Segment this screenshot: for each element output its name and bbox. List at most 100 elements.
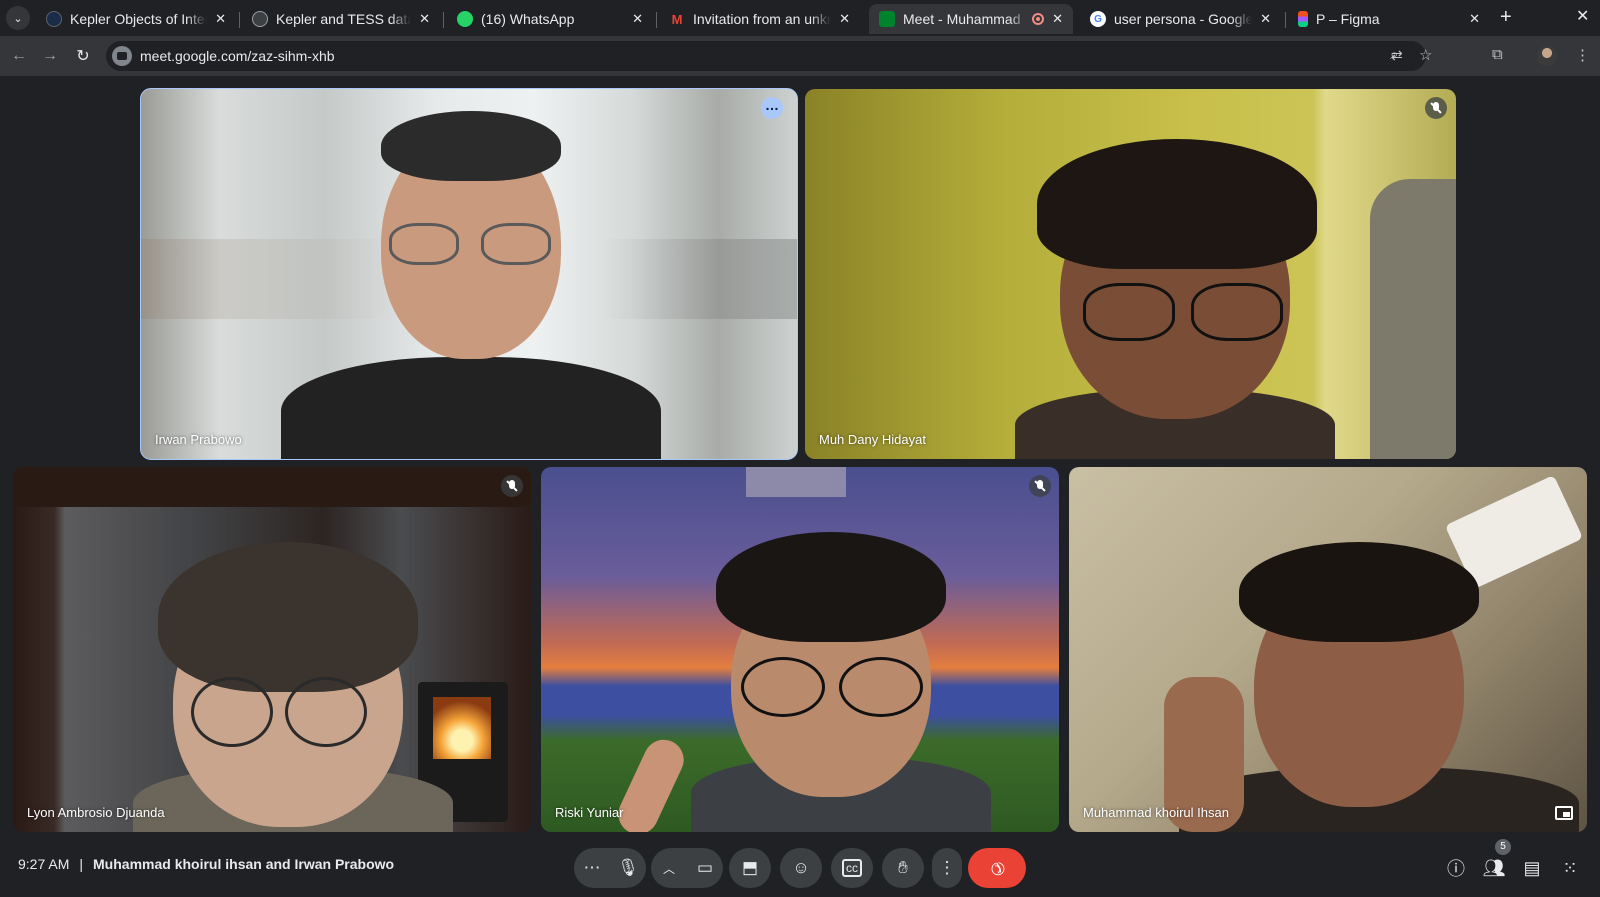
audio-controls: ⋯ 🎙︎: [574, 848, 646, 888]
meet-bottom-bar: 9:27 AM | Muhammad khoirul ihsan and Irwan…: [0, 840, 1600, 897]
browser-toolbar: ← → ↻ meet.google.com/zaz-sihm-xhb ⇄ ⌕ ☆…: [0, 36, 1600, 76]
url-text[interactable]: meet.google.com/zaz-sihm-xhb: [140, 48, 335, 64]
captions-button[interactable]: cc: [831, 848, 873, 888]
tab-title: Kepler Objects of Interest: [70, 11, 208, 27]
close-icon[interactable]: ✕: [839, 11, 850, 27]
close-icon[interactable]: ✕: [1469, 11, 1480, 27]
whatsapp-icon: [457, 11, 473, 27]
browser-tab[interactable]: P – Figma ✕: [1288, 4, 1490, 34]
reload-icon[interactable]: ↻: [72, 45, 94, 67]
browser-tab[interactable]: M Invitation from an unknown ✕: [659, 4, 860, 34]
tab-divider: [656, 12, 657, 28]
back-arrow-icon[interactable]: ←: [8, 45, 30, 67]
video-controls: ︿ ▭: [651, 848, 723, 888]
forward-arrow-icon[interactable]: →: [39, 45, 61, 67]
meet-stage: … Irwan Prabowo Muh Dany Hidayat Lyon Am…: [0, 76, 1600, 897]
participant-hair: [381, 111, 561, 181]
tab-title: Kepler and TESS datasets: [276, 11, 411, 27]
kebab-menu-icon[interactable]: ⋮: [1575, 46, 1590, 64]
profile-avatar[interactable]: [1537, 46, 1557, 66]
emoji-icon: ☺: [792, 858, 810, 877]
meeting-title: Muhammad khoirul ihsan and Irwan Prabowo: [93, 856, 395, 872]
present-screen-button[interactable]: ⬒: [729, 848, 771, 888]
zoom-icon[interactable]: ⌕: [1390, 46, 1398, 63]
microphone-icon[interactable]: 🎙︎: [610, 848, 646, 888]
video-options-chevron-icon[interactable]: ︿: [651, 848, 687, 888]
extensions-puzzle-icon[interactable]: ⧉: [1492, 46, 1503, 63]
end-call-icon: ✆: [985, 856, 1010, 881]
mic-off-icon: [1425, 97, 1447, 119]
hand-icon: ✋︎: [898, 858, 908, 877]
present-screen-icon: ⬒: [741, 858, 759, 877]
globe-dark-icon: [46, 11, 62, 27]
close-icon[interactable]: ✕: [1052, 11, 1063, 27]
participant-name: Lyon Ambrosio Djuanda: [27, 805, 165, 820]
browser-tab[interactable]: Kepler and TESS datasets ✕: [242, 4, 440, 34]
background-cloud: [746, 467, 846, 497]
background-object: [1370, 179, 1456, 459]
captions-icon: cc: [842, 859, 862, 877]
tab-divider: [239, 12, 240, 28]
participant-hair: [158, 542, 418, 692]
browser-tab[interactable]: Kepler Objects of Interest ✕: [36, 4, 236, 34]
close-icon[interactable]: ✕: [419, 11, 430, 27]
browser-tab[interactable]: G user persona - Google ✕: [1080, 4, 1281, 34]
participant-hair: [1239, 542, 1479, 642]
separator: |: [79, 856, 84, 872]
participant-tile[interactable]: Muh Dany Hidayat: [805, 89, 1456, 459]
new-tab-button[interactable]: +: [1500, 6, 1512, 29]
more-options-button[interactable]: ⋮: [932, 848, 962, 888]
recording-icon: [1032, 13, 1045, 25]
tab-title: (16) WhatsApp: [481, 11, 575, 27]
activities-grid-icon[interactable]: ⁙: [1559, 857, 1581, 879]
close-icon[interactable]: ✕: [1260, 11, 1271, 27]
participant-tile[interactable]: … Irwan Prabowo: [140, 88, 798, 460]
participant-name: Muh Dany Hidayat: [819, 432, 926, 447]
participant-tile[interactable]: Lyon Ambrosio Djuanda: [13, 467, 531, 832]
bookmark-star-icon[interactable]: ☆: [1419, 46, 1432, 64]
picture-in-picture-icon[interactable]: [1555, 806, 1573, 820]
close-icon[interactable]: ✕: [632, 11, 643, 27]
participant-body: [281, 357, 661, 459]
more-options-icon[interactable]: …: [761, 97, 783, 119]
glasses: [481, 223, 551, 265]
tab-title: user persona - Google: [1114, 11, 1253, 27]
tab-divider: [443, 12, 444, 28]
tab-title: Invitation from an unknown: [693, 11, 832, 27]
google-icon: G: [1090, 11, 1106, 27]
glasses: [839, 657, 923, 717]
reactions-button[interactable]: ☺: [780, 848, 822, 888]
meet-icon: [879, 11, 895, 27]
site-info-icon[interactable]: [112, 46, 132, 66]
tab-title: Meet - Muhammad: [903, 11, 1021, 27]
meeting-details-info-icon[interactable]: ⓘ: [1445, 857, 1467, 879]
glasses: [1083, 283, 1175, 341]
current-time: 9:27 AM: [18, 856, 70, 872]
background-ceiling: [13, 467, 531, 507]
raise-hand-button[interactable]: ✋︎: [882, 848, 924, 888]
glasses: [389, 223, 459, 265]
audio-options-icon[interactable]: ⋯: [574, 848, 610, 888]
gmail-icon: M: [671, 11, 683, 27]
participant-count-badge: 5: [1495, 839, 1511, 855]
leave-call-button[interactable]: ✆: [968, 848, 1026, 888]
mic-off-icon: [501, 475, 523, 497]
window-close-button[interactable]: ✕: [1576, 6, 1589, 26]
tab-search-button[interactable]: ⌄: [6, 6, 30, 30]
camera-icon[interactable]: ▭: [687, 848, 723, 888]
chat-icon[interactable]: ▤: [1521, 857, 1543, 879]
address-bar[interactable]: meet.google.com/zaz-sihm-xhb ⇄: [106, 41, 1426, 71]
background-fire: [433, 697, 491, 759]
close-icon[interactable]: ✕: [215, 11, 226, 27]
participant-tile[interactable]: Riski Yuniar: [541, 467, 1059, 832]
participant-hair: [1037, 139, 1317, 269]
globe-icon: [252, 11, 268, 27]
more-vert-icon: ⋮: [938, 858, 956, 877]
browser-tab[interactable]: (16) WhatsApp ✕: [447, 4, 653, 34]
participant-tile[interactable]: Muhammad khoirul Ihsan: [1069, 467, 1587, 832]
participant-hair: [716, 532, 946, 642]
browser-tab-active[interactable]: Meet - Muhammad ✕: [869, 4, 1073, 34]
people-icon[interactable]: 👥︎: [1483, 857, 1506, 879]
tab-title: P – Figma: [1316, 11, 1380, 27]
browser-tab-strip: ⌄ Kepler Objects of Interest ✕ Kepler an…: [0, 0, 1600, 36]
